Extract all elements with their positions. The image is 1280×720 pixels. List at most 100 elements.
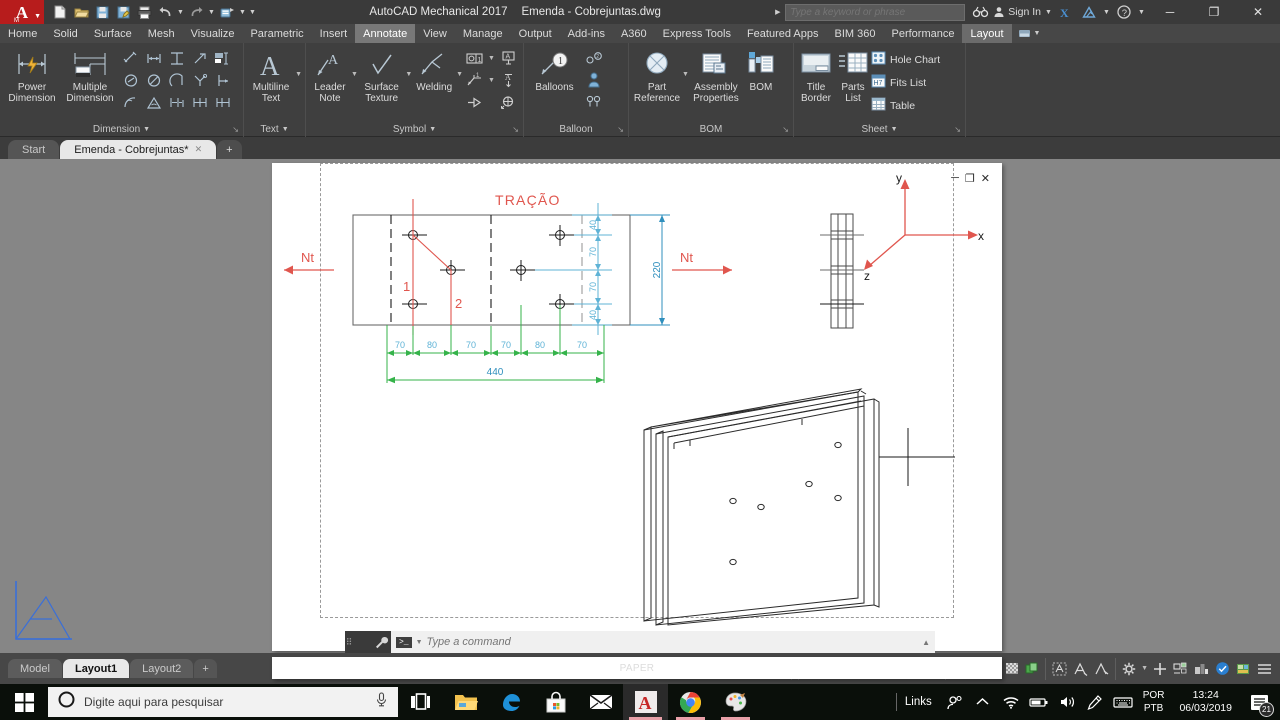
feature-control-frame-icon[interactable]: 1: [463, 47, 487, 69]
share-dropdown-icon[interactable]: ▼: [238, 9, 247, 16]
dialog-launcher-icon[interactable]: ↘: [232, 125, 239, 134]
tab-layout[interactable]: Layout: [962, 24, 1012, 43]
mail-icon[interactable]: [578, 684, 623, 720]
tab-express-tools[interactable]: Express Tools: [655, 24, 739, 43]
sign-in-dropdown-icon[interactable]: ▼: [1044, 9, 1053, 16]
tab-insert[interactable]: Insert: [312, 24, 356, 43]
tab-addins[interactable]: Add-ins: [560, 24, 613, 43]
taper-dropdown-icon[interactable]: ▼: [487, 69, 496, 91]
new-file-tab-button[interactable]: +: [217, 140, 242, 159]
table-button[interactable]: Table: [871, 94, 940, 117]
baseline-dim-icon[interactable]: [165, 47, 188, 69]
search-input[interactable]: [790, 6, 965, 18]
minimize-button[interactable]: ─: [1148, 0, 1192, 24]
wifi-icon[interactable]: [998, 684, 1024, 720]
title-border-button[interactable]: Title Border: [797, 45, 835, 104]
save-icon[interactable]: [92, 2, 112, 22]
plot-icon[interactable]: [134, 2, 154, 22]
layout-tab-layout1[interactable]: Layout1: [62, 659, 130, 678]
part-reference-dropdown-icon[interactable]: ▼: [682, 45, 689, 78]
action-center-icon[interactable]: 21: [1242, 684, 1276, 720]
undo-dropdown-icon[interactable]: ▼: [176, 9, 185, 16]
tab-mesh[interactable]: Mesh: [140, 24, 183, 43]
angular-dim-icon[interactable]: [142, 91, 165, 113]
restore-button[interactable]: ❐: [1192, 0, 1236, 24]
viewport-restore-button[interactable]: ❐: [965, 172, 975, 185]
fcf-dropdown-icon[interactable]: ▼: [487, 47, 496, 69]
tab-parametric[interactable]: Parametric: [242, 24, 311, 43]
tab-manage[interactable]: Manage: [455, 24, 511, 43]
command-line-grip[interactable]: ⠿: [345, 631, 353, 653]
taper-slope-icon[interactable]: 1: [463, 69, 487, 91]
multiline-text-button[interactable]: A Multiline Text: [247, 45, 295, 104]
show-hidden-icons-icon[interactable]: [970, 684, 996, 720]
search-expand-icon[interactable]: ▶: [773, 8, 782, 16]
panel-label-symbol[interactable]: Symbol ▼ ↘: [306, 121, 523, 137]
nav-more-icon[interactable]: ▼: [965, 459, 972, 466]
tab-visualize[interactable]: Visualize: [183, 24, 243, 43]
welding-button[interactable]: Welding: [412, 45, 456, 93]
chrome-icon[interactable]: [668, 684, 713, 720]
drawing-canvas[interactable]: ─ ❐ ✕ TRAÇÃO 1 2 Nt Nt 40 70 70 40 220 7…: [0, 159, 1280, 657]
exchange-dropdown-icon[interactable]: ▼: [1102, 9, 1111, 16]
clean-screen-icon[interactable]: [1212, 658, 1233, 680]
windows-start-icon[interactable]: [0, 684, 48, 720]
hamburger-menu-icon[interactable]: [1254, 658, 1275, 680]
tab-home[interactable]: Home: [0, 24, 45, 43]
selection-cycling-icon[interactable]: [1022, 658, 1042, 680]
layout-tab-model[interactable]: Model: [8, 659, 62, 678]
assembly-properties-button[interactable]: Assembly Properties: [689, 45, 743, 104]
exchange-x-icon[interactable]: X: [1056, 2, 1076, 22]
tab-featured-apps[interactable]: Featured Apps: [739, 24, 827, 43]
tab-output[interactable]: Output: [511, 24, 560, 43]
open-icon[interactable]: [71, 2, 91, 22]
ribbon-display-options-icon[interactable]: ▼: [1012, 24, 1047, 43]
leader-note-dropdown-icon[interactable]: ▼: [351, 45, 358, 78]
undo-icon[interactable]: [155, 2, 175, 22]
autocad-icon[interactable]: A: [623, 684, 668, 720]
aligned-dim-icon[interactable]: [119, 47, 142, 69]
hardware-accel-icon[interactable]: [1191, 658, 1212, 680]
autodesk-exchange-icon[interactable]: [1079, 2, 1099, 22]
auto-balloon-icon[interactable]: 2: [582, 47, 606, 69]
panel-label-sheet[interactable]: Sheet ▼ ↘: [794, 121, 965, 137]
edge-browser-icon[interactable]: [488, 684, 533, 720]
text-above-icon[interactable]: A: [496, 69, 520, 91]
panel-label-dimension[interactable]: Dimension ▼ ↘: [0, 121, 243, 137]
viewport-minimize-button[interactable]: ─: [951, 172, 959, 185]
redo-icon[interactable]: [186, 2, 206, 22]
edge-symbol-icon[interactable]: [496, 91, 520, 113]
tab-bim360[interactable]: BIM 360: [827, 24, 884, 43]
paper-space-toggle[interactable]: PAPER: [272, 657, 1002, 679]
zoom-extents-icon[interactable]: [960, 438, 977, 456]
new-icon[interactable]: [50, 2, 70, 22]
feature-symbol-icon[interactable]: [463, 91, 487, 113]
help-dropdown-icon[interactable]: ▼: [1137, 9, 1146, 16]
tab-annotate[interactable]: Annotate: [355, 24, 416, 43]
close-button[interactable]: ✕: [1236, 0, 1280, 24]
panel-label-text[interactable]: Text ▼: [244, 121, 305, 137]
help-question-icon[interactable]: ?: [1114, 2, 1134, 22]
pen-icon[interactable]: [1082, 684, 1108, 720]
battery-icon[interactable]: [1026, 684, 1052, 720]
close-nav-icon[interactable]: ✕: [964, 382, 972, 393]
keyboard-icon[interactable]: [1110, 684, 1136, 720]
microsoft-store-icon[interactable]: [533, 684, 578, 720]
clock[interactable]: 13:24 06/03/2019: [1171, 689, 1240, 715]
part-reference-button[interactable]: Part Reference: [632, 45, 682, 104]
layout-tab-layout2[interactable]: Layout2: [130, 659, 194, 678]
command-input[interactable]: [426, 636, 919, 648]
tab-surface[interactable]: Surface: [86, 24, 140, 43]
search-box[interactable]: [785, 3, 966, 21]
multiple-dimension-button[interactable]: Multiple Dimension: [61, 45, 119, 104]
file-tab-start[interactable]: Start: [8, 140, 60, 159]
customize-icon[interactable]: ▼: [248, 9, 257, 16]
task-view-icon[interactable]: [398, 684, 443, 720]
auto-scale-icon[interactable]: [1070, 658, 1091, 680]
renumber-balloon-icon[interactable]: [582, 91, 606, 113]
surface-texture-dropdown-icon[interactable]: ▼: [405, 45, 412, 78]
file-explorer-icon[interactable]: [443, 684, 488, 720]
volume-icon[interactable]: [1054, 684, 1080, 720]
balloons-button[interactable]: 1 Balloons: [527, 45, 582, 93]
dialog-launcher-icon[interactable]: ↘: [782, 125, 789, 134]
